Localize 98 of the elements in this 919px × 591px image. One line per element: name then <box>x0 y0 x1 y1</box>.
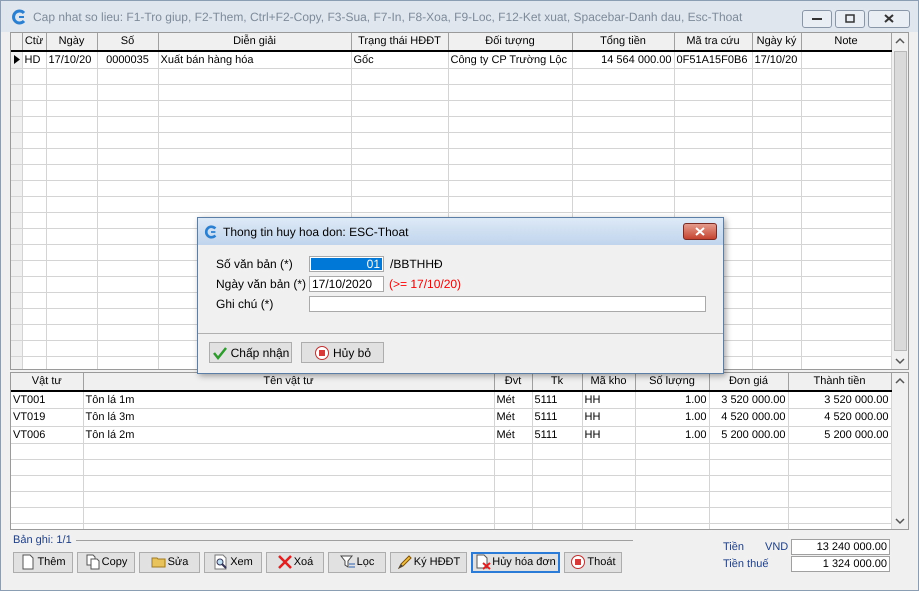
minimize-button[interactable] <box>802 10 832 28</box>
total-value-field: 13 240 000.00 <box>791 539 890 555</box>
number-suffix: /BBTHHĐ <box>390 256 443 273</box>
app-logo-icon <box>204 224 218 238</box>
table-cell: Tôn lá 3m <box>86 411 134 423</box>
magnifier-icon <box>213 554 230 570</box>
table-cell: 3 520 000.00 <box>824 394 888 406</box>
table-cell: 17/10/20 <box>48 54 92 66</box>
toolbar-button[interactable]: Xoá <box>266 552 324 572</box>
table-cell: 5111 <box>534 394 558 406</box>
table-cell: 17/10/20 <box>754 54 798 66</box>
table-cell: 4 520 000.00 <box>824 411 888 423</box>
page-icon <box>20 554 36 570</box>
total-value-field: 1 324 000.00 <box>791 556 890 572</box>
column-header[interactable]: Thành tiền <box>788 373 891 390</box>
table-cell: Mét <box>496 411 515 423</box>
close-icon <box>884 14 894 23</box>
toolbar-button[interactable]: Hủy hóa đơn <box>471 552 560 572</box>
column-header[interactable]: Đvt <box>494 373 532 390</box>
table-cell: 3 520 000.00 <box>721 394 786 406</box>
toolbar-button[interactable]: Lọc <box>328 552 386 572</box>
close-button[interactable] <box>683 223 717 240</box>
table-cell: VT001 <box>13 394 46 406</box>
toolbar-button[interactable]: Copy <box>77 552 135 572</box>
currency-label: VND <box>765 540 788 555</box>
table-cell: 1.00 <box>685 394 706 406</box>
table-cell: HH <box>584 428 600 440</box>
table-cell: VT019 <box>13 411 46 423</box>
column-header[interactable]: Tên vật tư <box>83 373 494 390</box>
column-header[interactable]: Số lượng <box>635 373 709 390</box>
table-cell: Tôn lá 2m <box>86 428 134 440</box>
cross-icon <box>276 554 293 570</box>
scrollbar-thumb[interactable] <box>894 51 906 351</box>
table-cell: 5111 <box>534 428 558 440</box>
column-header[interactable]: Đối tượng <box>448 33 572 50</box>
table-cell: 5 200 000.00 <box>721 428 786 440</box>
table-cell: Gốc <box>354 54 374 66</box>
column-header[interactable]: Note <box>801 33 891 50</box>
filter-icon <box>340 554 356 570</box>
minimize-icon <box>812 16 822 20</box>
column-header[interactable]: Tk <box>532 373 582 390</box>
field-label: Ghi chú (*) <box>216 296 274 313</box>
close-button[interactable] <box>868 10 910 28</box>
dialog-button[interactable]: Hủy bỏ <box>301 342 384 363</box>
table-cell: 0000035 <box>106 54 149 66</box>
table-cell: Mét <box>496 428 515 440</box>
input-field[interactable]: 01 <box>309 256 384 272</box>
date-hint: (>= 17/10/20) <box>389 276 462 293</box>
column-header[interactable]: Đơn giá <box>709 373 788 390</box>
total-label: Tiền <box>723 540 745 555</box>
stop-icon <box>570 554 586 570</box>
close-icon <box>695 227 705 236</box>
restore-button[interactable] <box>835 10 865 28</box>
toolbar-button[interactable]: Sửa <box>139 552 200 572</box>
table-cell: Công ty CP Trường Lộc <box>450 54 567 66</box>
table-cell: VT006 <box>13 428 46 440</box>
table-cell: 5111 <box>534 411 558 423</box>
page-cross-icon <box>475 554 492 570</box>
table-cell: 4 520 000.00 <box>721 411 786 423</box>
table-cell: 1.00 <box>685 428 706 440</box>
column-header[interactable]: Trạng thái HĐĐT <box>351 33 448 50</box>
dialog-button[interactable]: Chấp nhận <box>209 342 292 363</box>
table-cell: HD <box>24 54 40 66</box>
input-field[interactable] <box>309 296 706 312</box>
record-count: Bản ghi: 1/1 <box>13 533 72 548</box>
field-label: Ngày văn bản (*) <box>216 276 308 293</box>
column-header[interactable]: Vật tư <box>11 373 83 390</box>
toolbar-button[interactable]: Ký HĐĐT <box>390 552 467 572</box>
copy-icon <box>84 554 101 570</box>
table-cell: Tôn lá 1m <box>86 394 134 406</box>
restore-icon <box>845 14 855 23</box>
table-cell: Mét <box>496 394 515 406</box>
input-field[interactable]: 17/10/2020 <box>309 276 384 292</box>
table-cell: Xuất bán hàng hóa <box>160 54 254 66</box>
toolbar-button[interactable]: Thêm <box>13 552 73 572</box>
table-cell: 0F51A15F0B6 <box>676 54 748 66</box>
field-label: Số văn bản (*) <box>216 256 294 273</box>
column-header[interactable]: Tổng tiền <box>572 33 674 50</box>
table-cell: HH <box>584 394 600 406</box>
app-logo-icon <box>11 8 27 24</box>
column-header[interactable]: Mã tra cứu <box>674 33 752 50</box>
column-header[interactable]: Ngày <box>46 33 97 50</box>
toolbar-button[interactable]: Xem <box>204 552 262 572</box>
column-header[interactable]: Ctừ <box>22 33 46 50</box>
table-cell: 5 200 000.00 <box>824 428 888 440</box>
toolbar-button[interactable]: Thoát <box>564 552 622 572</box>
pen-icon <box>396 554 413 570</box>
window-title: Cap nhat so lieu: F1-Tro giup, F2-Them, Ctrl+F2-Copy, F3-Sua, F7-In, F8-Xoa, F9-Loc, F12-Ket xuat, Spacebar-Danh dau, Esc-Thoat <box>33 8 742 26</box>
table-cell: 1.00 <box>685 411 706 423</box>
column-header[interactable]: Mã kho <box>582 373 635 390</box>
table-cell: HH <box>584 411 600 423</box>
stop-icon <box>314 344 330 360</box>
check-icon <box>212 344 228 360</box>
column-header[interactable]: Ngày ký <box>752 33 801 50</box>
column-header[interactable]: Diễn giải <box>158 33 351 50</box>
table-cell: 14 564 000.00 <box>601 54 672 66</box>
dialog-title: Thong tin huy hoa don: ESC-Thoat <box>223 224 408 240</box>
column-header[interactable]: Số <box>97 33 158 50</box>
